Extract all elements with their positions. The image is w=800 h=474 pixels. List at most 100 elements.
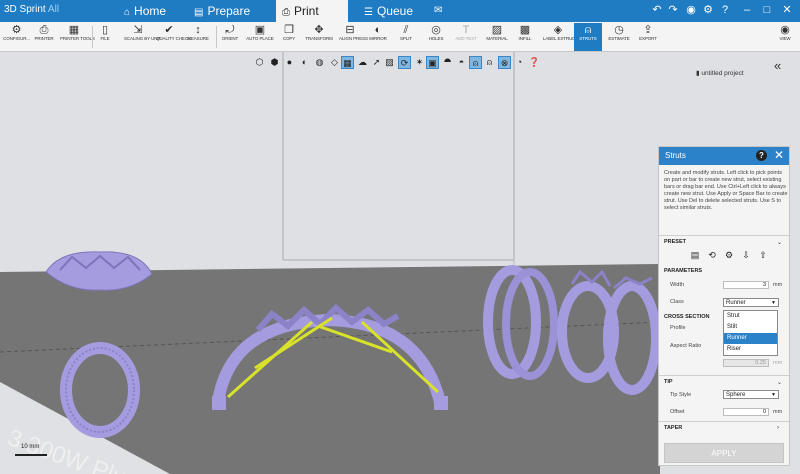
view-mesh-icon[interactable]: ◍ <box>313 56 326 69</box>
app-name: 3D Sprint <box>4 4 46 15</box>
mail-icon[interactable]: ✉ <box>428 0 448 22</box>
ribbon-separator <box>216 26 217 48</box>
align-icon: ⊟ <box>345 24 355 36</box>
panel-header: Struts ? ✕ <box>659 147 789 165</box>
auto-place-icon: ▣ <box>254 24 266 36</box>
tab-print[interactable]: ⎙ Print <box>276 0 348 22</box>
minimize-icon[interactable]: – <box>740 3 754 17</box>
clip-plane-icon[interactable]: ▣ <box>426 56 439 69</box>
class-option-selected[interactable]: Runner <box>724 333 777 344</box>
width-input[interactable]: 3 <box>723 281 769 289</box>
tab-home[interactable]: ⌂ Home <box>118 0 198 22</box>
rotate-view-icon[interactable]: ⟳ <box>398 56 411 69</box>
class-option[interactable]: Strut <box>724 311 777 322</box>
gear-icon[interactable]: ⚙ <box>701 3 715 17</box>
configure-button[interactable]: ⚙ CONFIGUR... <box>1 23 32 51</box>
collapse-panel-icon[interactable]: « <box>774 58 781 73</box>
account-icon[interactable]: ◉ <box>684 3 698 17</box>
help-round-icon[interactable]: ? <box>718 3 732 17</box>
pointer-icon[interactable]: ➚ <box>370 56 383 69</box>
quality-check-button[interactable]: ✔ QUALITY CHECK <box>156 23 191 51</box>
tip-style-select[interactable]: Sphere ▼ <box>723 390 779 399</box>
class-select[interactable]: Runner ▼ <box>723 298 779 307</box>
export-preset-icon[interactable]: ⇧ <box>757 249 769 261</box>
align-press-button[interactable]: ⊟ ALIGN PRESS <box>339 23 368 51</box>
class-dropdown[interactable]: Strut Stilt Runner Riser <box>723 310 778 356</box>
export-icon: ⇪ <box>643 24 653 36</box>
lasso-icon[interactable]: ☁ <box>356 56 369 69</box>
offset-input[interactable]: 0 <box>723 408 769 416</box>
magnet-icon[interactable]: ⊗ <box>498 56 511 69</box>
maximize-icon[interactable]: □ <box>760 3 774 17</box>
material-button[interactable]: ▨ MATERIAL <box>484 23 510 51</box>
printer-tools-button[interactable]: ▦ PRINTER TOOLS <box>60 23 95 51</box>
split-button[interactable]: ⫽ SPLIT <box>396 23 416 51</box>
select-box-icon[interactable]: ▦ <box>341 56 354 69</box>
check-icon: ✔ <box>164 24 174 36</box>
preset-settings-icon[interactable]: ⚙ <box>723 249 735 261</box>
mirror-icon: ◐ <box>374 24 382 36</box>
redo-icon[interactable]: ↷ <box>666 3 680 17</box>
class-option[interactable]: Stilt <box>724 322 777 333</box>
import-preset-icon[interactable]: ⇩ <box>740 249 752 261</box>
scaling-by-unit-button[interactable]: ⇲ SCALING BY UNIT <box>124 23 161 51</box>
orient-button[interactable]: ⤾ ORIENT <box>219 23 241 51</box>
infill-button[interactable]: ▩ INFILL <box>514 23 536 51</box>
chevron-down-icon[interactable]: ⌄ <box>777 239 782 246</box>
view-shaded-icon[interactable]: ● <box>283 56 296 69</box>
chevron-right-icon[interactable]: › <box>777 425 779 431</box>
transform-icon: ✥ <box>314 24 324 36</box>
width-label: Width <box>670 282 685 288</box>
add-text-button[interactable]: T ADD TEXT <box>452 23 480 51</box>
estimate-button[interactable]: ◷ ESTIMATE <box>605 23 633 51</box>
printer-button[interactable]: ⎙ PRINTER <box>33 23 55 51</box>
profile-label: Profile <box>670 325 686 331</box>
scale-bar-label: 10 mm <box>21 444 40 450</box>
help-icon[interactable]: ? <box>756 150 767 161</box>
view-cube-icon[interactable]: ⬡ <box>253 56 266 69</box>
transform-button[interactable]: ✥ TRANSFORM <box>301 23 337 51</box>
window-close-icon[interactable]: ✕ <box>780 3 794 17</box>
ghost-icon[interactable]: ◓ <box>455 56 468 69</box>
file-button[interactable]: ▯ FILE <box>96 23 114 51</box>
view-half-icon[interactable]: ◐ <box>298 56 311 69</box>
print-icon: ⎙ <box>282 7 290 18</box>
view-solid-icon[interactable]: ⬢ <box>268 56 281 69</box>
tab-queue[interactable]: ☰ Queue <box>358 0 432 22</box>
scale-bar <box>15 454 47 456</box>
section-taper: TAPER <box>664 425 683 431</box>
light-icon[interactable]: ✶ <box>413 56 426 69</box>
copy-button[interactable]: ❐ COPY <box>279 23 299 51</box>
pin-icon[interactable]: ◔ <box>513 56 526 69</box>
copy-icon: ❐ <box>284 24 294 36</box>
thickness-input[interactable]: 0.25 <box>723 359 769 367</box>
holes-button[interactable]: ◎ HOLES <box>425 23 447 51</box>
reset-preset-icon[interactable]: ⟲ <box>706 249 718 261</box>
queue-icon: ☰ <box>364 7 373 18</box>
class-label: Class <box>670 299 684 305</box>
struts-button[interactable]: ⍝ STRUTS <box>574 23 602 51</box>
support-view-icon[interactable]: ⍝ <box>483 56 496 69</box>
info-icon[interactable]: ❓ <box>528 56 541 69</box>
apply-button[interactable]: APPLY <box>664 443 784 463</box>
export-button[interactable]: ⇪ EXPORT <box>636 23 660 51</box>
label-extrude-button[interactable]: ◈ LABEL EXTRUDE... <box>543 23 582 51</box>
tab-prepare[interactable]: ▤ Prepare <box>188 0 272 22</box>
mirror-button[interactable]: ◐ MIRROR <box>366 23 390 51</box>
divider <box>659 421 789 422</box>
estimate-icon: ◷ <box>614 24 624 36</box>
close-icon[interactable]: ✕ <box>774 148 784 162</box>
struts-view-icon[interactable]: ⍝ <box>469 56 482 69</box>
class-option[interactable]: Riser <box>724 344 777 355</box>
prepare-icon: ▤ <box>194 7 204 18</box>
view-button[interactable]: ◉ VIEW <box>775 23 795 51</box>
measure-icon: ↕ <box>195 24 201 36</box>
auto-place-button[interactable]: ▣ AUTO PLACE <box>244 23 276 51</box>
undo-icon[interactable]: ↶ <box>650 3 664 17</box>
measure-button[interactable]: ↕ MEASURE <box>186 23 210 51</box>
paint-select-icon[interactable]: ▨ <box>383 56 396 69</box>
chevron-down-icon[interactable]: ⌄ <box>777 379 782 386</box>
section-icon[interactable]: ⯊ <box>441 56 454 69</box>
save-preset-icon[interactable]: ▤ <box>689 249 701 261</box>
view-wire-icon[interactable]: ◇ <box>328 56 341 69</box>
